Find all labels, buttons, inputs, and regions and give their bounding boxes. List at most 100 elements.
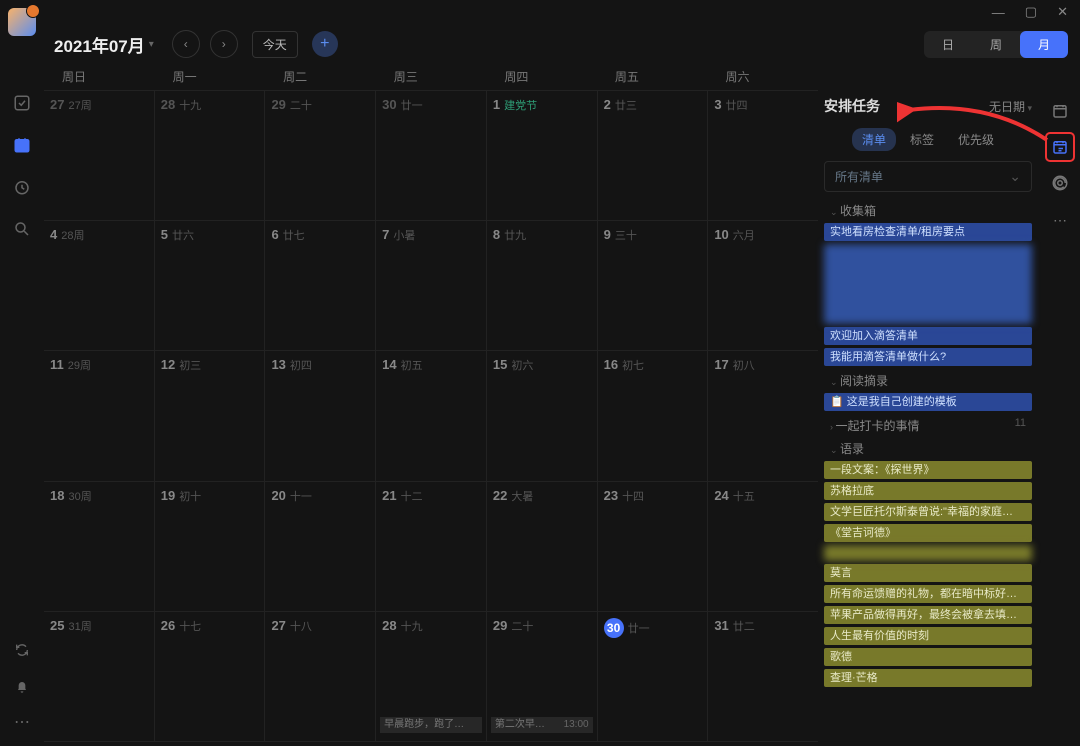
day-cell[interactable]: 3廿四 bbox=[708, 91, 818, 220]
day-cell[interactable]: 1129周 bbox=[44, 351, 155, 480]
pomo-icon[interactable] bbox=[13, 178, 31, 196]
calendar-icon[interactable] bbox=[13, 136, 31, 154]
task-item[interactable]: 苹果产品做得再好，最终会被拿去填… bbox=[824, 606, 1032, 624]
tab-list[interactable]: 清单 bbox=[852, 128, 896, 151]
day-cell[interactable]: 2727周 bbox=[44, 91, 155, 220]
day-cell[interactable]: 28十九 bbox=[155, 91, 266, 220]
task-item[interactable]: 文学巨匠托尔斯泰曾说:"幸福的家庭… bbox=[824, 503, 1032, 521]
day-cell[interactable]: 9三十 bbox=[598, 221, 709, 350]
day-cell[interactable]: 10六月 bbox=[708, 221, 818, 350]
tasks-icon[interactable] bbox=[13, 94, 31, 112]
list-select[interactable]: 所有清单 bbox=[824, 161, 1032, 192]
close-button[interactable]: ✕ bbox=[1057, 4, 1068, 20]
task-item[interactable]: 人生最有价值的时刻 bbox=[824, 627, 1032, 645]
day-cell[interactable]: 22大暑 bbox=[487, 482, 598, 611]
maximize-button[interactable]: ▢ bbox=[1025, 4, 1037, 20]
next-month-button[interactable]: › bbox=[210, 30, 238, 58]
left-sidebar: ⋯ bbox=[0, 0, 44, 746]
day-cell[interactable]: 1830周 bbox=[44, 482, 155, 611]
section-header[interactable]: 阅读摘录 bbox=[824, 372, 1032, 389]
day-cell[interactable]: 21十二 bbox=[376, 482, 487, 611]
window-controls: — ▢ ✕ bbox=[992, 0, 1080, 24]
day-cell[interactable]: 27十八 bbox=[265, 612, 376, 741]
arrange-panel: 安排任务 无日期 清单 标签 优先级 所有清单 收集箱实地看房检查清单/租房要点… bbox=[820, 94, 1036, 742]
bell-icon[interactable] bbox=[14, 678, 30, 694]
task-item[interactable]: 📋这是我自己创建的模板 bbox=[824, 393, 1032, 411]
sync-icon[interactable] bbox=[14, 642, 30, 658]
day-cell[interactable]: 30廿一 bbox=[376, 91, 487, 220]
task-item[interactable]: 查理·芒格 bbox=[824, 669, 1032, 687]
day-cell[interactable]: 14初五 bbox=[376, 351, 487, 480]
task-item[interactable]: 苏格拉底 bbox=[824, 482, 1032, 500]
dow-label: 周二 bbox=[265, 64, 376, 90]
day-of-week-row: 周日周一周二周三周四周五周六 bbox=[44, 64, 818, 90]
task-item[interactable]: 所有命运馈赠的礼物，都在暗中标好… bbox=[824, 585, 1032, 603]
prev-month-button[interactable]: ‹ bbox=[172, 30, 200, 58]
calendar-header: 2021年07月 ▾ ‹ › 今天 + 日 周 月 bbox=[54, 24, 1068, 64]
day-cell[interactable]: 24十五 bbox=[708, 482, 818, 611]
task-item[interactable]: 一段文案：《探世界》 bbox=[824, 461, 1032, 479]
day-cell[interactable]: 5廿六 bbox=[155, 221, 266, 350]
day-cell[interactable]: 12初三 bbox=[155, 351, 266, 480]
day-cell[interactable]: 6廿七 bbox=[265, 221, 376, 350]
rail-bottom: ⋯ bbox=[14, 632, 30, 732]
task-item[interactable]: 歌德 bbox=[824, 648, 1032, 666]
task-item[interactable]: 实地看房检查清单/租房要点 bbox=[824, 223, 1032, 241]
section-header[interactable]: 一起打卡的事情11 bbox=[824, 417, 1032, 434]
day-cell[interactable]: 28十九早晨跑步，跑了… bbox=[376, 612, 487, 741]
arrange-tasks-icon[interactable] bbox=[1045, 132, 1075, 162]
day-cell[interactable]: 2廿三 bbox=[598, 91, 709, 220]
day-cell[interactable]: 8廿九 bbox=[487, 221, 598, 350]
section-header[interactable]: 收集箱 bbox=[824, 202, 1032, 219]
tab-tag[interactable]: 标签 bbox=[900, 128, 944, 151]
today-button[interactable]: 今天 bbox=[252, 31, 298, 58]
day-cell[interactable]: 15初六 bbox=[487, 351, 598, 480]
day-cell[interactable]: 31廿二 bbox=[708, 612, 818, 741]
task-item[interactable]: 《堂吉诃德》 bbox=[824, 524, 1032, 542]
dow-label: 周日 bbox=[44, 64, 155, 90]
panel-sections: 收集箱实地看房检查清单/租房要点欢迎加入滴答清单我能用滴答清单做什么? 阅读摘录 📋… bbox=[824, 202, 1032, 687]
tab-priority[interactable]: 优先级 bbox=[948, 128, 1004, 151]
avatar[interactable] bbox=[8, 8, 36, 36]
day-cell[interactable]: 20十一 bbox=[265, 482, 376, 611]
day-cell[interactable]: 30廿一 bbox=[598, 612, 709, 741]
view-week[interactable]: 周 bbox=[972, 31, 1020, 58]
calendar-event[interactable]: 第二次早…13:00 bbox=[491, 717, 593, 733]
day-cell[interactable]: 13初四 bbox=[265, 351, 376, 480]
minimize-button[interactable]: — bbox=[992, 5, 1005, 20]
day-cell[interactable]: 428周 bbox=[44, 221, 155, 350]
view-month[interactable]: 月 bbox=[1020, 31, 1068, 58]
calendar: 周日周一周二周三周四周五周六 2727周28十九29二十30廿一1建党节2廿三3… bbox=[44, 64, 818, 742]
day-cell[interactable]: 2531周 bbox=[44, 612, 155, 741]
day-cell[interactable]: 29二十第二次早…13:00 bbox=[487, 612, 598, 741]
task-item[interactable]: 莫言 bbox=[824, 564, 1032, 582]
month-title[interactable]: 2021年07月 bbox=[54, 32, 145, 57]
search-icon[interactable] bbox=[13, 220, 31, 238]
right-rail: ⋯ bbox=[1040, 96, 1080, 229]
subscribe-icon[interactable] bbox=[1045, 168, 1075, 198]
section-header[interactable]: 语录 bbox=[824, 440, 1032, 457]
day-cell[interactable]: 16初七 bbox=[598, 351, 709, 480]
day-cell[interactable]: 1建党节 bbox=[487, 91, 598, 220]
day-cell[interactable]: 17初八 bbox=[708, 351, 818, 480]
day-cell[interactable]: 29二十 bbox=[265, 91, 376, 220]
day-cell[interactable]: 19初十 bbox=[155, 482, 266, 611]
calendar-event[interactable]: 早晨跑步，跑了… bbox=[380, 717, 482, 733]
no-date-button[interactable]: 无日期 bbox=[989, 98, 1032, 115]
day-cell[interactable]: 23十四 bbox=[598, 482, 709, 611]
task-item[interactable] bbox=[824, 545, 1032, 561]
day-cell[interactable]: 26十七 bbox=[155, 612, 266, 741]
dow-label: 周五 bbox=[597, 64, 708, 90]
task-item[interactable]: 我能用滴答清单做什么? bbox=[824, 348, 1032, 366]
more-options-icon[interactable]: ⋯ bbox=[1053, 212, 1067, 229]
dow-label: 周六 bbox=[707, 64, 818, 90]
more-icon[interactable]: ⋯ bbox=[14, 712, 30, 732]
view-day[interactable]: 日 bbox=[924, 31, 972, 58]
add-button[interactable]: + bbox=[312, 31, 338, 57]
day-cell[interactable]: 7小暑 bbox=[376, 221, 487, 350]
panel-title: 安排任务 bbox=[824, 96, 880, 116]
task-item[interactable]: 欢迎加入滴答清单 bbox=[824, 327, 1032, 345]
task-item[interactable] bbox=[824, 244, 1032, 324]
show-calendar-icon[interactable] bbox=[1045, 96, 1075, 126]
dow-label: 周四 bbox=[486, 64, 597, 90]
